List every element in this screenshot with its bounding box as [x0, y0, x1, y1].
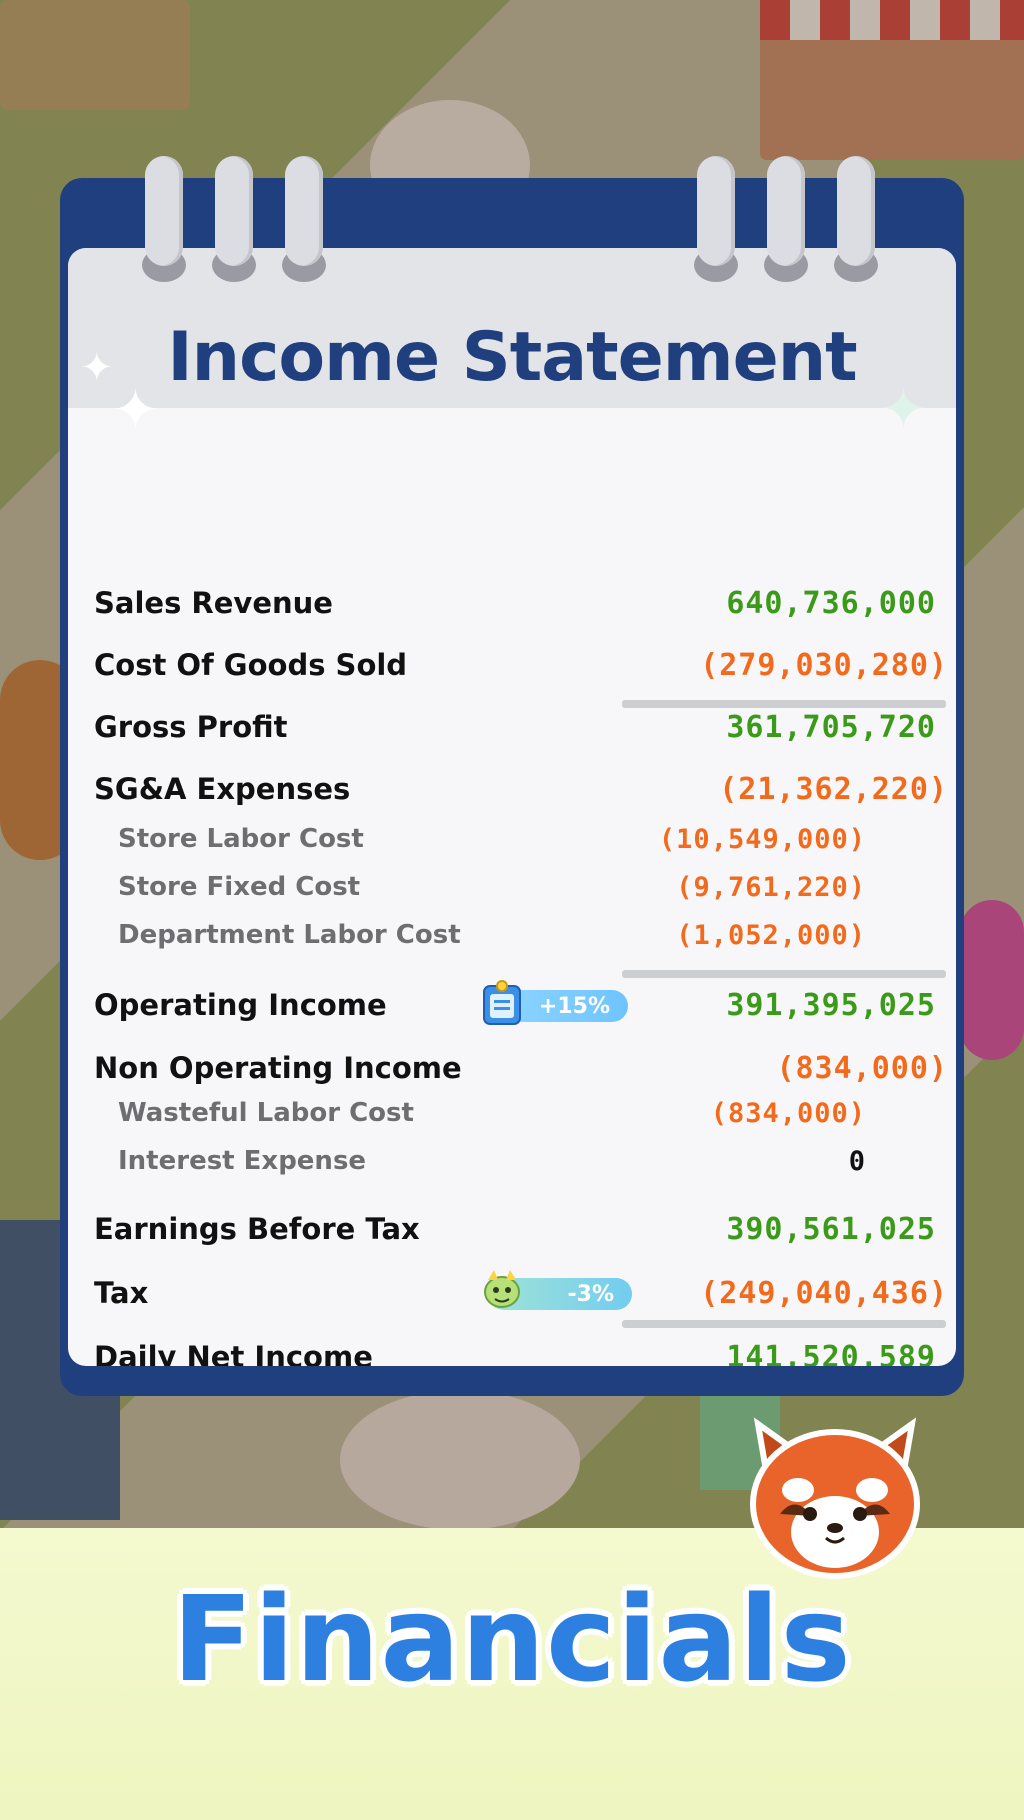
- row-label: Wasteful Labor Cost: [118, 1098, 414, 1128]
- binder-ring: [697, 156, 735, 266]
- row-label: Store Fixed Cost: [118, 872, 361, 902]
- subtotal-divider: [622, 1320, 946, 1328]
- subtotal-divider: [622, 970, 946, 978]
- row-label: Earnings Before Tax: [94, 1212, 420, 1246]
- tax-reduction-badge: -3%: [484, 1270, 632, 1310]
- sparkle-icon: ✦: [880, 377, 927, 442]
- badge-label: -3%: [567, 1282, 614, 1307]
- row-non-operating-income: Non Operating Income (834,000): [68, 1043, 956, 1093]
- row-sales-revenue: Sales Revenue 640,736,000: [68, 578, 956, 628]
- row-value: 361,705,720: [726, 710, 936, 745]
- binder-ring: [767, 156, 805, 266]
- row-label: Interest Expense: [118, 1146, 367, 1176]
- row-value: 0: [848, 1146, 866, 1177]
- binder-ring: [215, 156, 253, 266]
- row-value: (9,761,220): [676, 872, 866, 903]
- row-label: Non Operating Income: [94, 1051, 462, 1085]
- row-label: SG&A Expenses: [94, 772, 351, 806]
- row-wasteful-labor-cost: Wasteful Labor Cost (834,000): [68, 1090, 956, 1140]
- row-department-labor-cost: Department Labor Cost (1,052,000): [68, 912, 956, 962]
- row-label: Sales Revenue: [94, 586, 333, 620]
- row-value: 640,736,000: [726, 586, 936, 621]
- row-operating-income: Operating Income +15% 391,395,025: [68, 980, 956, 1030]
- bonus-badge: +15%: [483, 980, 628, 1025]
- row-earnings-before-tax: Earnings Before Tax 390,561,025: [68, 1204, 956, 1254]
- row-interest-expense: Interest Expense 0: [68, 1138, 956, 1188]
- binder-ring: [145, 156, 183, 266]
- row-cost-of-goods-sold: Cost Of Goods Sold (279,030,280): [68, 640, 956, 690]
- row-value: 390,561,025: [726, 1212, 936, 1247]
- row-label: Cost Of Goods Sold: [94, 648, 408, 682]
- row-label: Store Labor Cost: [118, 824, 364, 854]
- row-label: Department Labor Cost: [118, 920, 461, 950]
- binder-ring: [837, 156, 875, 266]
- statement-sheet: Income Statement ✦ ✦ ✦ Sales Revenue 640…: [68, 248, 956, 1366]
- row-value: (249,040,436): [700, 1276, 948, 1311]
- row-value: (1,052,000): [676, 920, 866, 951]
- row-label: Gross Profit: [94, 710, 288, 744]
- row-value: 391,395,025: [726, 988, 936, 1023]
- row-label: Operating Income: [94, 988, 387, 1022]
- dragon-icon: [484, 1270, 520, 1308]
- row-tax: Tax -3% (249,040,436): [68, 1268, 956, 1318]
- badge-label: +15%: [538, 994, 610, 1019]
- row-value: (10,549,000): [658, 824, 866, 855]
- income-statement-card: Income Statement ✦ ✦ ✦ Sales Revenue 640…: [60, 156, 964, 1396]
- row-value: 141,520,589: [726, 1340, 936, 1366]
- row-value: (279,030,280): [700, 648, 948, 683]
- row-store-fixed-cost: Store Fixed Cost (9,761,220): [68, 864, 956, 914]
- binder-ring: [285, 156, 323, 266]
- row-label: Daily Net Income: [94, 1340, 373, 1366]
- row-value: (834,000): [710, 1098, 866, 1129]
- banner-title: Financials: [172, 1570, 852, 1708]
- red-panda-mascot: [750, 1417, 920, 1579]
- sparkle-icon: ✦: [80, 345, 114, 391]
- row-gross-profit: Gross Profit 361,705,720: [68, 702, 956, 752]
- clipboard-icon: [483, 980, 521, 1025]
- sparkle-icon: ✦: [112, 378, 159, 443]
- row-sga-expenses: SG&A Expenses (21,362,220): [68, 764, 956, 814]
- row-daily-net-income: Daily Net Income 141,520,589: [68, 1332, 956, 1366]
- statement-title: Income Statement: [167, 318, 857, 397]
- row-value: (21,362,220): [719, 772, 948, 807]
- row-store-labor-cost: Store Labor Cost (10,549,000): [68, 816, 956, 866]
- row-label: Tax: [94, 1276, 149, 1310]
- row-value: (834,000): [776, 1051, 948, 1086]
